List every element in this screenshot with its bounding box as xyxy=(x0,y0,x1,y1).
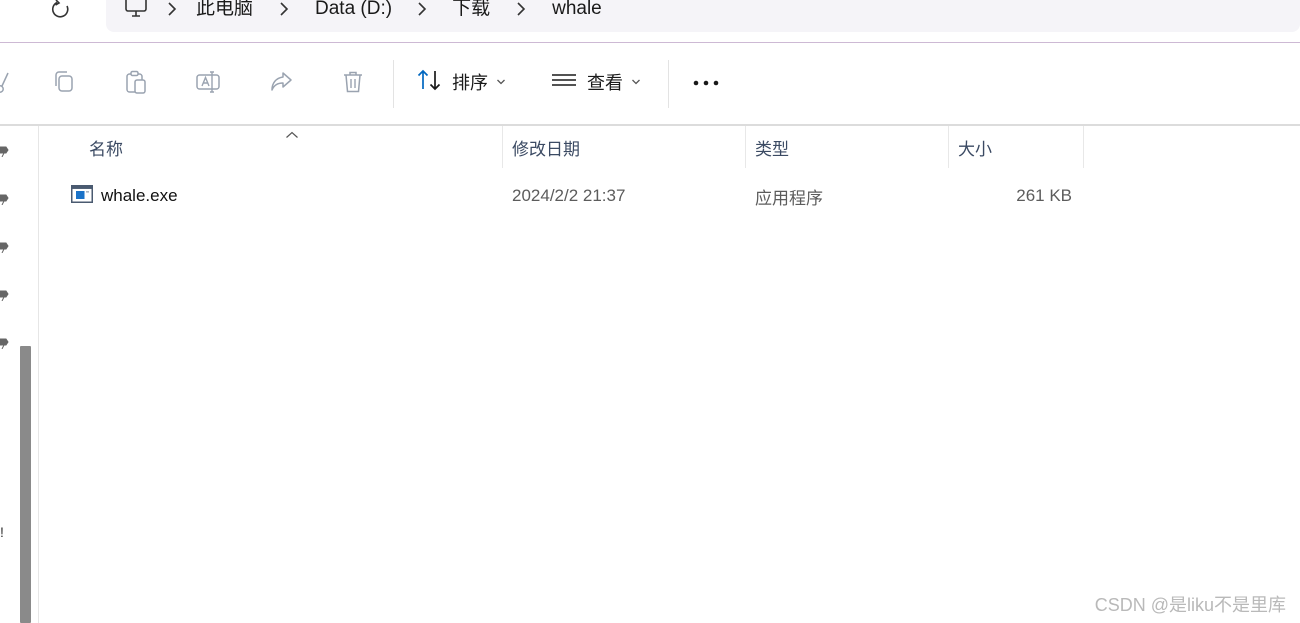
table-row[interactable]: whale.exe 2024/2/2 21:37 应用程序 261 KB xyxy=(39,178,1139,214)
ellipsis-icon xyxy=(693,73,719,91)
chevron-down-icon xyxy=(496,78,506,86)
sort-button[interactable]: 排序 xyxy=(416,69,506,95)
view-list-icon xyxy=(551,67,577,98)
toolbar-separator xyxy=(393,60,394,108)
file-modified-cell: 2024/2/2 21:37 xyxy=(512,186,626,205)
sort-label: 排序 xyxy=(452,73,488,93)
column-header-modified[interactable]: 修改日期 xyxy=(512,126,742,168)
column-header-size[interactable]: 大小 xyxy=(958,126,1083,168)
file-type-cell: 应用程序 xyxy=(755,188,823,208)
clipped-nav-text: ! xyxy=(0,524,4,540)
column-header-label: 名称 xyxy=(89,139,123,159)
this-pc-icon[interactable] xyxy=(124,0,148,23)
file-name-cell[interactable]: whale.exe xyxy=(71,178,178,214)
delete-icon[interactable] xyxy=(340,69,366,95)
toolbar-separator xyxy=(668,60,669,108)
chevron-right-icon[interactable] xyxy=(490,0,552,22)
column-divider[interactable] xyxy=(1083,126,1084,168)
chevron-right-icon[interactable] xyxy=(253,0,315,22)
view-label: 查看 xyxy=(587,73,623,93)
pin-icon[interactable] xyxy=(0,336,10,350)
file-list: 名称 修改日期 类型 大小 whale.exe 2024/2/2 21:37 应… xyxy=(39,126,1300,623)
refresh-button[interactable] xyxy=(46,0,76,22)
sort-icon xyxy=(416,67,442,98)
column-divider[interactable] xyxy=(745,126,746,168)
pin-icon[interactable] xyxy=(0,288,10,302)
paste-icon[interactable] xyxy=(123,69,149,95)
column-header-label: 类型 xyxy=(755,139,789,159)
address-bar[interactable]: 此电脑 Data (D:) 下载 whale xyxy=(106,0,1300,32)
file-size-cell: 261 KB xyxy=(1016,186,1072,205)
pin-icon[interactable] xyxy=(0,144,10,158)
view-button[interactable]: 查看 xyxy=(551,69,641,95)
chevron-right-icon[interactable] xyxy=(392,0,452,22)
breadcrumb: 此电脑 Data (D:) 下载 whale xyxy=(124,0,602,22)
watermark-text: CSDN @是liku不是里库 xyxy=(1094,595,1286,615)
breadcrumb-whale[interactable]: whale xyxy=(552,0,602,22)
address-region: 此电脑 Data (D:) 下载 whale xyxy=(0,0,1300,42)
file-name: whale.exe xyxy=(101,186,178,205)
application-icon xyxy=(71,184,101,208)
pin-icon[interactable] xyxy=(0,240,10,254)
breadcrumb-downloads[interactable]: 下载 xyxy=(452,0,490,22)
column-divider[interactable] xyxy=(502,126,503,168)
pin-icon[interactable] xyxy=(0,192,10,206)
share-icon[interactable] xyxy=(268,69,294,95)
chevron-right-icon[interactable] xyxy=(148,0,196,22)
chevron-down-icon xyxy=(631,78,641,86)
navigation-pane: ! xyxy=(0,126,39,623)
nav-scrollbar[interactable] xyxy=(20,346,31,623)
command-bar: 排序 查看 xyxy=(0,43,1300,125)
column-divider[interactable] xyxy=(948,126,949,168)
refresh-icon xyxy=(50,0,72,25)
more-options-button[interactable] xyxy=(690,69,722,95)
column-header-type[interactable]: 类型 xyxy=(755,126,945,168)
rename-icon[interactable] xyxy=(195,69,221,95)
breadcrumb-data-drive[interactable]: Data (D:) xyxy=(315,0,392,22)
column-header-name[interactable]: 名称 xyxy=(89,126,499,168)
cut-icon[interactable] xyxy=(0,69,12,95)
column-header-label: 修改日期 xyxy=(512,139,580,159)
copy-icon[interactable] xyxy=(51,69,77,95)
column-header-label: 大小 xyxy=(958,139,992,159)
breadcrumb-this-pc[interactable]: 此电脑 xyxy=(196,0,253,22)
